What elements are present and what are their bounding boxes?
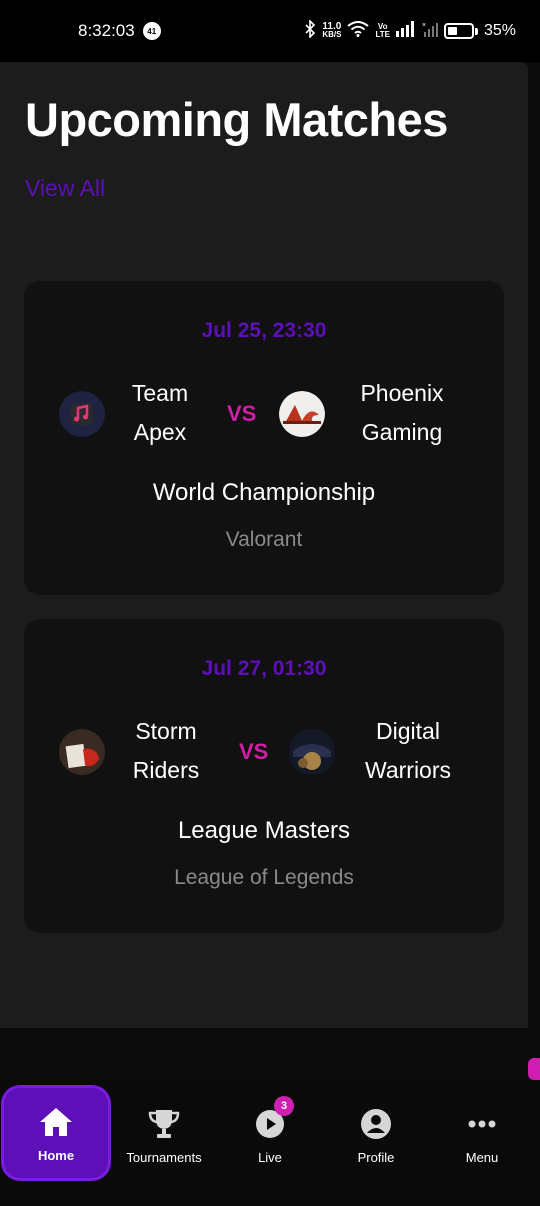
- team-storm-logo: [59, 729, 105, 775]
- page-title: Upcoming Matches: [25, 93, 448, 146]
- status-bar: 8:32:03 41 11.0 KB/S Vo LTE × 35%: [0, 0, 540, 62]
- team-apex-logo: [59, 391, 105, 437]
- tournament-name: League Masters: [177, 817, 351, 844]
- nav-menu-label: Menu: [465, 1149, 499, 1165]
- nav-tournaments[interactable]: Tournaments: [112, 1092, 216, 1178]
- user-icon: [358, 1106, 394, 1142]
- nav-menu[interactable]: Menu: [430, 1092, 534, 1178]
- signal-icon-secondary: ×: [422, 21, 438, 42]
- battery-percent: 35%: [483, 22, 516, 39]
- battery-icon: [443, 23, 474, 39]
- team-2-name: Phoenix Gaming: [360, 380, 444, 445]
- match-card[interactable]: Jul 27, 01:30 Storm Riders VS Digital Wa…: [24, 619, 504, 933]
- team-digital-logo: [289, 729, 335, 775]
- nav-live-label: Live: [258, 1149, 282, 1165]
- notification-badge: 41: [142, 22, 161, 40]
- trophy-icon: [146, 1106, 182, 1142]
- bottom-nav: Home Tournaments 3 Live Profile Menu: [0, 1080, 540, 1206]
- scrollbar-thumb[interactable]: [528, 1058, 540, 1080]
- bluetooth-icon: [304, 18, 316, 43]
- match-card[interactable]: Jul 25, 23:30 Team Apex VS Phoenix Gamin…: [24, 281, 504, 595]
- tournament-name: World Championship: [152, 479, 376, 506]
- volte-indicator: Vo LTE: [375, 22, 390, 39]
- vs-label: VS: [227, 401, 257, 426]
- network-speed: 11.0 KB/S: [322, 21, 342, 39]
- team-phoenix-logo: [279, 391, 325, 437]
- vs-label: VS: [239, 739, 269, 764]
- signal-icon: [395, 20, 416, 42]
- home-icon: [38, 1104, 74, 1140]
- status-time: 8:32:03: [78, 21, 135, 40]
- match-time: Jul 27, 01:30: [201, 657, 327, 680]
- match-time: Jul 25, 23:30: [201, 319, 327, 342]
- status-left: 8:32:03 41: [78, 21, 161, 41]
- nav-home[interactable]: Home: [4, 1088, 108, 1178]
- view-all-link[interactable]: View All: [25, 175, 105, 202]
- nav-live[interactable]: 3 Live: [218, 1092, 322, 1178]
- svg-text:×: ×: [422, 22, 426, 29]
- status-right: 11.0 KB/S Vo LTE × 35%: [304, 18, 516, 43]
- game-name: League of Legends: [174, 866, 354, 889]
- wifi-icon: [347, 20, 370, 42]
- nav-profile-label: Profile: [357, 1149, 395, 1165]
- battery-tip: [474, 27, 478, 35]
- live-count-badge: 3: [274, 1095, 294, 1116]
- main-content[interactable]: Upcoming Matches View All Jul 25, 23:30 …: [0, 62, 528, 1028]
- more-icon: [464, 1106, 500, 1142]
- game-name: Valorant: [225, 528, 303, 551]
- team-1-name: Team Apex: [131, 380, 189, 445]
- nav-home-label: Home: [37, 1147, 75, 1163]
- nav-tournaments-label: Tournaments: [126, 1149, 202, 1165]
- team-1-name: Storm Riders: [132, 718, 200, 783]
- team-2-name: Digital Warriors: [364, 718, 452, 783]
- nav-profile[interactable]: Profile: [324, 1092, 428, 1178]
- play-icon: 3: [252, 1095, 294, 1142]
